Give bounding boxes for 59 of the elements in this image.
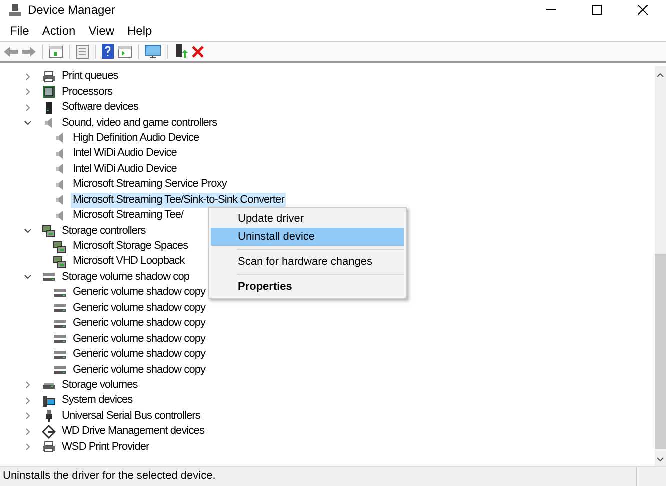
tree-item[interactable]: Intel WiDi Audio Device — [71, 146, 179, 162]
monitor-scan-icon[interactable] — [145, 44, 161, 58]
menu-item[interactable]: File — [4, 22, 36, 40]
tree-item[interactable]: Generic volume shadow copy — [71, 300, 208, 316]
collapse-chevron-icon[interactable] — [24, 119, 32, 128]
maximize-icon[interactable] — [592, 5, 602, 15]
context-menu-item[interactable]: Properties — [211, 278, 404, 296]
tree-item[interactable]: Microsoft Streaming Service Proxy — [71, 177, 229, 192]
status-text: Uninstalls the driver for the selected device. — [2, 469, 217, 484]
tree-item[interactable]: Intel WiDi Audio Device — [71, 162, 179, 177]
storage-controller-icon — [53, 240, 67, 254]
menu-item[interactable]: Action — [36, 22, 82, 40]
context-menu-item[interactable]: Scan for hardware changes — [211, 253, 404, 271]
tree-item[interactable]: Microsoft VHD Loopback — [71, 254, 187, 270]
tree-item[interactable]: Sound, video and game controllers — [60, 116, 220, 131]
tree-item[interactable]: Software devices — [60, 100, 141, 116]
tree-item[interactable]: System devices — [60, 393, 135, 408]
uninstall-x-icon[interactable] — [192, 46, 204, 58]
tree-item[interactable]: Universal Serial Bus controllers — [60, 408, 202, 424]
forward-arrow-icon[interactable] — [22, 46, 36, 58]
chip-icon — [42, 85, 56, 100]
close-icon[interactable] — [638, 5, 648, 15]
help-icon[interactable] — [102, 44, 114, 59]
printer-icon — [42, 440, 56, 454]
context-menu-item[interactable]: Uninstall device — [211, 228, 404, 246]
collapse-chevron-icon[interactable] — [24, 273, 32, 282]
tree-item[interactable]: Generic volume shadow copy — [71, 362, 208, 378]
properties-sheet-icon[interactable] — [76, 44, 89, 58]
tree-item[interactable]: Generic volume shadow copy — [71, 316, 208, 332]
system-icon — [42, 394, 56, 408]
tree-item[interactable]: WD Drive Management devices — [60, 424, 207, 440]
storage-controller-icon — [42, 224, 56, 238]
tree-item[interactable]: Generic volume shadow copy — [71, 285, 208, 300]
tree-item[interactable]: Microsoft Streaming Tee/ — [71, 208, 186, 224]
scrollbar[interactable] — [655, 66, 666, 466]
context-menu-item[interactable]: Update driver — [211, 210, 404, 228]
storage-controller-icon — [53, 254, 67, 269]
device-manager-icon — [8, 3, 22, 17]
tree-item[interactable]: Generic volume shadow copy — [71, 332, 208, 347]
tree-item[interactable]: Storage volume shadow cop — [60, 270, 192, 285]
tree-item[interactable]: High Definition Audio Device — [71, 130, 202, 146]
menu-item[interactable]: Help — [122, 22, 158, 40]
run-pane-icon[interactable] — [118, 46, 132, 58]
tree-item[interactable]: WSD Print Provider — [60, 440, 152, 455]
back-arrow-icon[interactable] — [4, 46, 18, 58]
tree-item[interactable]: Print queues — [60, 69, 120, 84]
tree-item[interactable]: Microsoft Streaming Tee/Sink-to-Sink Converter — [71, 192, 286, 208]
add-driver-icon[interactable] — [174, 44, 188, 59]
tree-item[interactable]: Microsoft Storage Spaces — [71, 239, 190, 254]
menu-item[interactable]: View — [82, 22, 120, 40]
printer-icon — [42, 70, 56, 84]
tree-item[interactable]: Storage volumes — [60, 378, 140, 393]
tree-item[interactable]: Generic volume shadow copy — [71, 347, 208, 362]
tree-item[interactable]: Storage controllers — [60, 224, 148, 239]
window-pane-icon[interactable] — [49, 46, 63, 58]
collapse-chevron-icon[interactable] — [24, 227, 32, 236]
diamond-plug-icon — [42, 424, 56, 439]
window-title: Device Manager — [28, 2, 116, 19]
tree-item[interactable]: Processors — [60, 84, 115, 100]
